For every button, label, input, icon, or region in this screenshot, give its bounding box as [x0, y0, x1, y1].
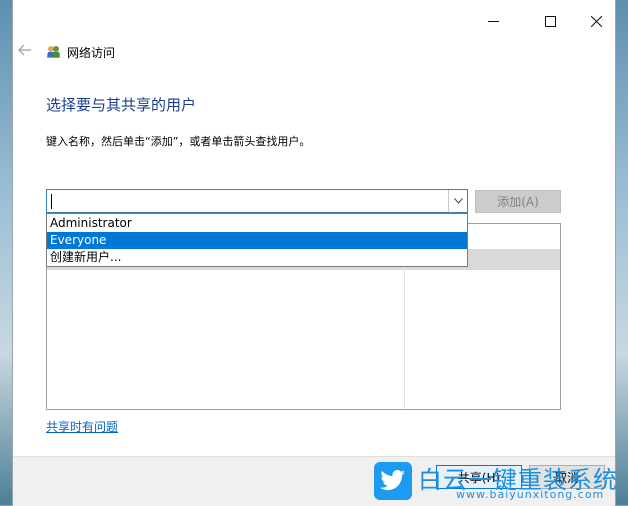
text-caret — [51, 194, 52, 209]
dropdown-item-administrator[interactable]: Administrator — [47, 215, 467, 232]
window-title: 网络访问 — [67, 46, 116, 60]
combobox-dropdown-button[interactable] — [448, 190, 467, 212]
chevron-down-icon — [453, 198, 463, 204]
close-button[interactable] — [573, 6, 619, 36]
instruction-text: 键入名称，然后单击“添加”，或者单击箭头查找用户。 — [46, 135, 311, 148]
user-name-combobox[interactable] — [46, 189, 468, 213]
desktop-wallpaper-left — [0, 0, 12, 505]
dropdown-item-everyone[interactable]: Everyone — [47, 232, 467, 249]
page-heading: 选择要与其共享的用户 — [46, 96, 197, 114]
sharing-help-link[interactable]: 共享时有问题 — [46, 418, 118, 435]
watermark-url: www.baiyunxitong.com — [456, 488, 605, 501]
maximize-button[interactable] — [527, 6, 573, 36]
close-icon — [590, 15, 602, 27]
minimize-button[interactable] — [470, 6, 516, 36]
add-button[interactable]: 添加(A) — [475, 190, 561, 213]
dropdown-item-create-new-user[interactable]: 创建新用户... — [47, 249, 467, 266]
watermark: 白云一键重装系统 www.baiyunxitong.com — [374, 458, 628, 505]
navigation-bar: 网络访问 — [13, 38, 615, 66]
minimize-icon — [487, 20, 499, 22]
title-bar — [13, 0, 615, 40]
network-users-icon — [47, 46, 60, 58]
desktop-wallpaper-right — [616, 0, 628, 505]
back-button[interactable] — [18, 42, 32, 61]
user-dropdown-list[interactable]: Administrator Everyone 创建新用户... — [46, 213, 468, 267]
twitter-bird-logo-icon — [374, 462, 412, 500]
network-access-window: 网络访问 选择要与其共享的用户 键入名称，然后单击“添加”，或者单击箭头查找用户… — [12, 0, 616, 506]
arrow-left-icon — [18, 44, 31, 56]
maximize-icon — [544, 15, 556, 27]
